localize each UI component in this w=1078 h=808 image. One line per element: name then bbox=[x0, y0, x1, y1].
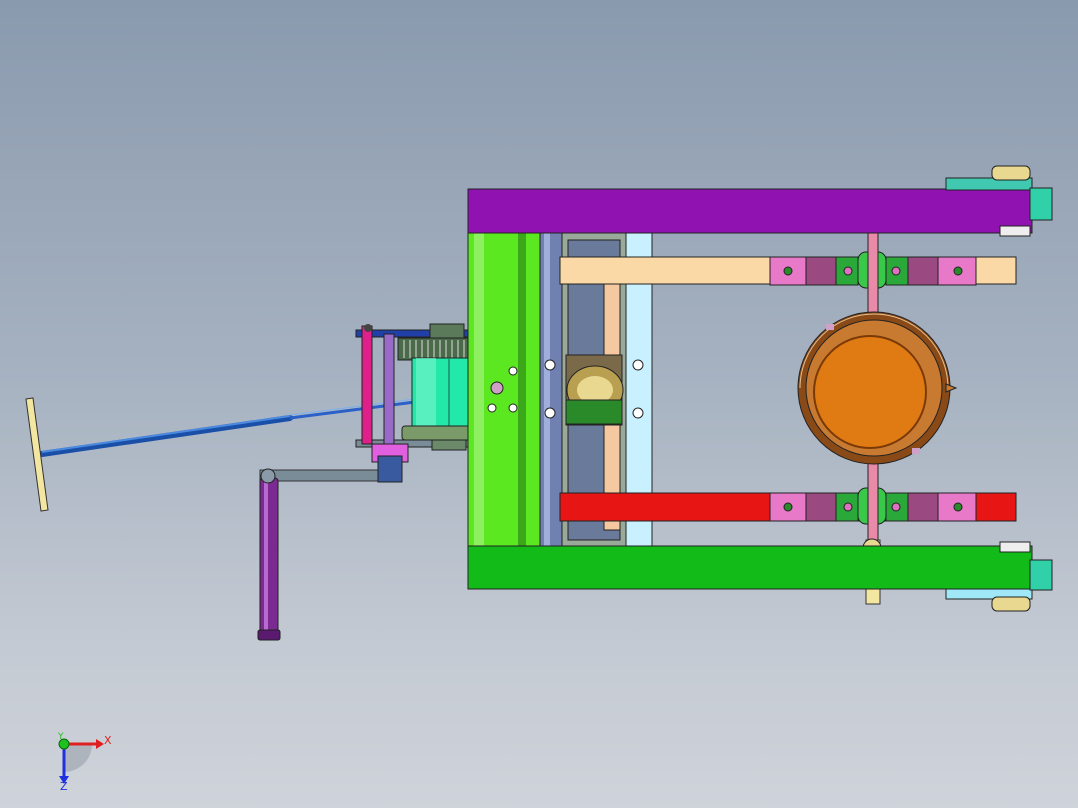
z-axis-label: Z bbox=[60, 780, 68, 793]
crank-arm bbox=[259, 469, 391, 482]
top-frame-beam[interactable] bbox=[467, 165, 1053, 237]
x-axis-label: X bbox=[104, 734, 112, 747]
crank-assembly[interactable] bbox=[257, 468, 391, 641]
ring-cup[interactable] bbox=[797, 311, 958, 465]
assembly-drawing[interactable]: X Y Z bbox=[0, 0, 1078, 808]
bottom-frame-beam[interactable] bbox=[467, 541, 1053, 612]
cad-viewport[interactable]: X Y Z bbox=[0, 0, 1078, 808]
coordinate-triad: X Y Z bbox=[57, 732, 112, 793]
pink-link bbox=[361, 325, 373, 445]
y-axis-label: Y bbox=[57, 732, 64, 742]
t-handle-bar[interactable] bbox=[25, 397, 416, 512]
crank-handle bbox=[259, 477, 279, 639]
left-side-frame[interactable] bbox=[467, 232, 541, 547]
